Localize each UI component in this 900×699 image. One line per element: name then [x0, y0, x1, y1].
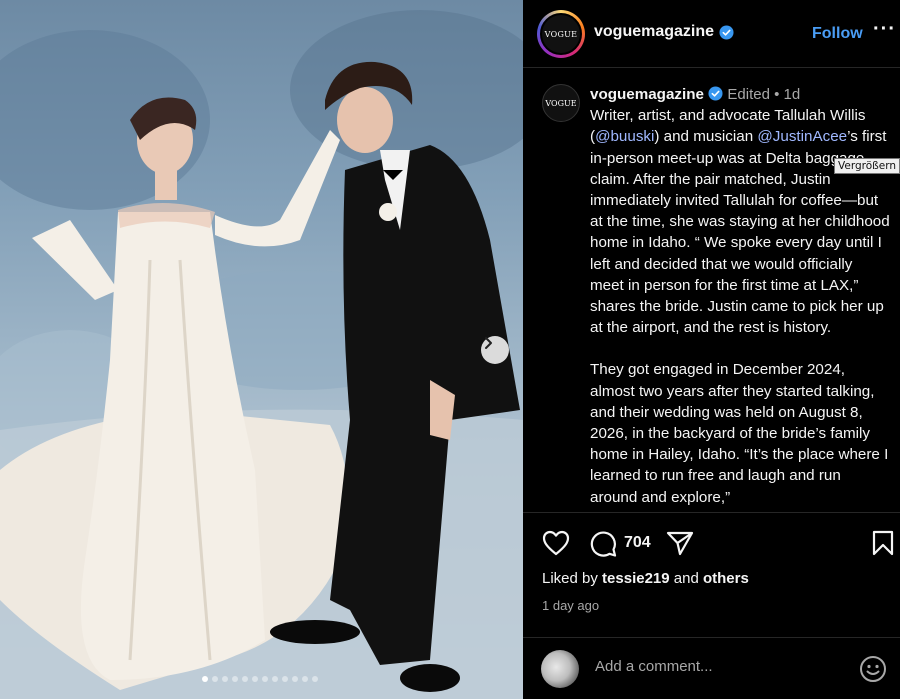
zoom-tooltip: Vergrößern — [834, 158, 900, 174]
liked-by-prefix: Liked by — [542, 570, 603, 587]
caption-text: voguemagazine Edited • 1d Writer, artist… — [590, 84, 890, 508]
carousel-dot — [302, 676, 308, 682]
carousel-dot — [312, 676, 318, 682]
emoji-icon[interactable] — [859, 655, 887, 683]
add-comment-row: Add a comment... — [523, 637, 900, 699]
carousel-dot — [252, 676, 258, 682]
comment-icon[interactable] — [589, 530, 617, 558]
carousel-dots — [202, 676, 318, 682]
carousel-dot — [272, 676, 278, 682]
carousel-dot — [292, 676, 298, 682]
next-slide-button[interactable] — [481, 336, 509, 364]
header-username-link[interactable]: voguemagazine — [594, 23, 734, 41]
current-user-avatar — [541, 650, 579, 688]
caption-scroll-area[interactable]: VOGUE voguemagazine Edited • 1d Writer, … — [523, 69, 900, 512]
post-header: VOGUE voguemagazine Follow ··· — [523, 0, 900, 68]
mention-link-justinacee[interactable]: @JustinAcee — [757, 128, 847, 145]
verified-badge-icon — [719, 24, 734, 40]
verified-badge-icon — [708, 86, 723, 101]
story-ring-avatar[interactable]: VOGUE — [537, 10, 585, 58]
liked-by-middle: and — [669, 570, 703, 587]
vogue-logo: VOGUE — [542, 15, 580, 53]
caption-username[interactable]: voguemagazine — [590, 86, 704, 103]
liked-by-text: Liked by tessie219 and others — [542, 570, 749, 587]
carousel-dot — [282, 676, 288, 682]
header-username: voguemagazine — [594, 23, 715, 40]
carousel-dot — [232, 676, 238, 682]
post-actions: 704 Liked by tessie219 and others 1 day … — [523, 512, 900, 699]
post-side-panel: VOGUE voguemagazine Follow ··· VOGUE vog… — [523, 0, 900, 699]
share-icon[interactable] — [666, 530, 694, 556]
carousel-dot — [212, 676, 218, 682]
post-image[interactable] — [0, 0, 523, 699]
mention-link-buuski[interactable]: @buuski — [595, 128, 654, 145]
heart-icon[interactable] — [542, 530, 570, 556]
edited-meta: Edited • 1d — [727, 86, 801, 103]
caption-paragraph-2: They got engaged in December 2024, almos… — [590, 361, 889, 506]
bookmark-icon[interactable] — [872, 530, 894, 556]
wedding-photo — [0, 10, 523, 699]
caption-avatar[interactable]: VOGUE — [542, 84, 580, 122]
liked-by-user-link[interactable]: tessie219 — [602, 570, 670, 587]
carousel-dot — [202, 676, 208, 682]
carousel-dot — [242, 676, 248, 682]
caption-segment: ) and musician — [654, 128, 758, 146]
comment-count: 704 — [624, 534, 651, 551]
carousel-dot — [262, 676, 268, 682]
chevron-right-icon — [485, 337, 492, 349]
more-options-icon[interactable]: ··· — [873, 18, 896, 41]
post-timestamp[interactable]: 1 day ago — [542, 598, 599, 613]
add-comment-input[interactable]: Add a comment... — [595, 658, 713, 675]
liked-by-others-link[interactable]: others — [703, 570, 749, 587]
carousel-dot — [222, 676, 228, 682]
follow-button[interactable]: Follow — [812, 25, 863, 43]
